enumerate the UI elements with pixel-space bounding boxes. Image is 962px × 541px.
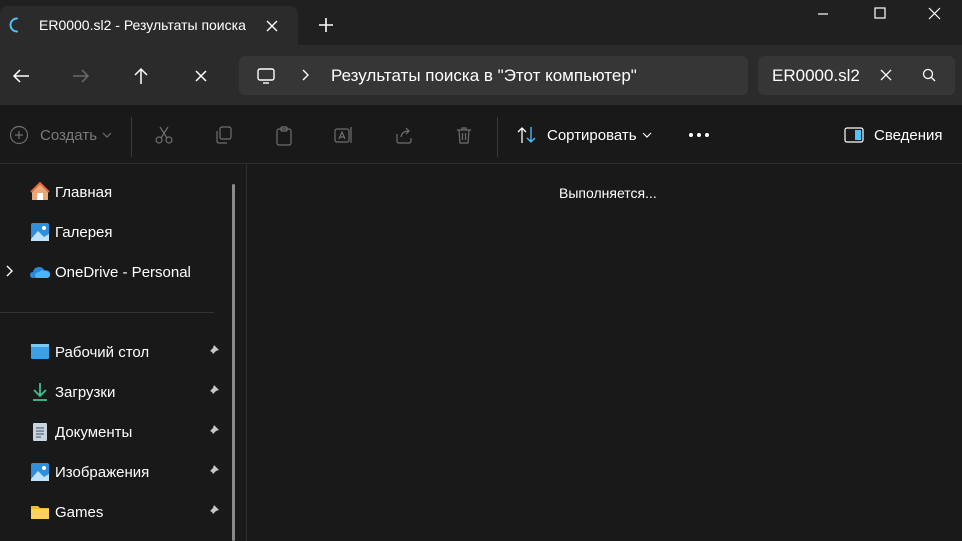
pictures-icon bbox=[31, 463, 49, 481]
desktop-icon bbox=[31, 344, 49, 359]
clear-search-icon[interactable] bbox=[878, 67, 894, 83]
content-area: Выполняется... bbox=[248, 164, 962, 541]
chevron-down-icon[interactable] bbox=[642, 131, 652, 139]
toolbar-divider bbox=[497, 117, 498, 157]
navigation-pane: Главная Галерея OneDrive - Personal Рабо… bbox=[0, 164, 247, 541]
sidebar-item-label: Загрузки bbox=[55, 384, 116, 401]
pin-icon[interactable] bbox=[206, 384, 220, 398]
maximize-icon bbox=[874, 7, 886, 19]
share-icon[interactable] bbox=[394, 125, 414, 145]
sidebar-scrollbar[interactable] bbox=[232, 184, 235, 541]
sidebar-item-label: Рабочий стол bbox=[55, 344, 150, 361]
pin-icon[interactable] bbox=[206, 424, 220, 438]
sort-button[interactable]: Сортировать bbox=[547, 127, 637, 144]
gallery-icon bbox=[31, 223, 49, 241]
maximize-button[interactable] bbox=[853, 0, 907, 28]
sidebar-item-label: Главная bbox=[55, 184, 113, 201]
loading-spinner-icon bbox=[9, 17, 18, 33]
address-bar[interactable]: Результаты поиска в "Этот компьютер" bbox=[239, 56, 748, 95]
cut-icon[interactable] bbox=[154, 125, 174, 145]
computer-icon bbox=[257, 68, 275, 84]
sort-icon[interactable] bbox=[516, 125, 538, 145]
home-icon bbox=[30, 182, 50, 200]
tab-active[interactable]: ER0000.sl2 - Результаты поиска в "Этот к… bbox=[0, 6, 298, 45]
breadcrumb[interactable]: Результаты поиска в "Этот компьютер" bbox=[331, 66, 637, 86]
paste-icon[interactable] bbox=[274, 125, 294, 147]
navigation-bar: Результаты поиска в "Этот компьютер" ER0… bbox=[0, 45, 962, 105]
details-button[interactable]: Сведения bbox=[874, 127, 943, 144]
sidebar-item-desktop[interactable]: Рабочий стол bbox=[0, 332, 230, 372]
close-icon bbox=[928, 7, 941, 20]
sidebar-item-label: Games bbox=[55, 504, 104, 521]
toolbar-divider bbox=[131, 117, 132, 157]
sidebar-divider bbox=[0, 312, 214, 313]
more-options-icon[interactable] bbox=[688, 131, 710, 139]
tab-close-icon[interactable] bbox=[262, 16, 282, 36]
new-tab-icon[interactable] bbox=[316, 15, 336, 35]
stop-icon[interactable] bbox=[190, 65, 212, 87]
search-status-text: Выполняется... bbox=[559, 185, 657, 201]
tab-title: ER0000.sl2 - Результаты поиска в "Этот к… bbox=[39, 17, 249, 33]
details-pane-icon[interactable] bbox=[844, 127, 864, 143]
minimize-button[interactable] bbox=[796, 0, 850, 28]
title-bar: ER0000.sl2 - Результаты поиска в "Этот к… bbox=[0, 0, 962, 45]
chevron-right-icon[interactable] bbox=[298, 68, 312, 82]
back-arrow-icon[interactable] bbox=[10, 65, 32, 87]
sidebar-item-pictures[interactable]: Изображения bbox=[0, 452, 230, 492]
onedrive-cloud-icon bbox=[30, 267, 50, 278]
close-window-button[interactable] bbox=[908, 0, 962, 28]
sidebar-item-documents[interactable]: Документы bbox=[0, 412, 230, 452]
sidebar-item-downloads[interactable]: Загрузки bbox=[0, 372, 230, 412]
pin-icon[interactable] bbox=[206, 344, 220, 358]
sidebar-item-onedrive[interactable]: OneDrive - Personal bbox=[0, 252, 230, 292]
sidebar-item-label: Галерея bbox=[55, 224, 113, 241]
search-input[interactable]: ER0000.sl2 bbox=[772, 66, 860, 86]
forward-arrow-icon[interactable] bbox=[70, 65, 92, 87]
documents-icon bbox=[33, 423, 47, 441]
sidebar-item-gallery[interactable]: Галерея bbox=[0, 212, 230, 252]
chevron-down-icon[interactable] bbox=[102, 131, 112, 139]
minimize-icon bbox=[818, 13, 828, 15]
sidebar-item-label: Документы bbox=[55, 424, 133, 441]
copy-icon[interactable] bbox=[214, 125, 234, 145]
command-bar: Создать Сортировать Сведения bbox=[0, 105, 962, 164]
sidebar-item-label: OneDrive - Personal bbox=[55, 264, 191, 281]
sidebar-item-label: Изображения bbox=[55, 464, 150, 481]
search-box[interactable]: ER0000.sl2 bbox=[758, 56, 955, 95]
rename-icon[interactable] bbox=[333, 125, 355, 145]
pin-icon[interactable] bbox=[206, 504, 220, 518]
search-icon[interactable] bbox=[921, 67, 937, 83]
chevron-right-icon[interactable] bbox=[4, 265, 14, 277]
delete-icon[interactable] bbox=[454, 125, 474, 145]
up-arrow-icon[interactable] bbox=[130, 65, 152, 87]
pin-icon[interactable] bbox=[206, 464, 220, 478]
create-button[interactable]: Создать bbox=[40, 127, 97, 144]
sidebar-item-home[interactable]: Главная bbox=[0, 172, 230, 212]
download-icon bbox=[33, 383, 47, 401]
folder-icon bbox=[31, 506, 49, 519]
sidebar-item-games[interactable]: Games bbox=[0, 492, 230, 532]
plus-circle-icon[interactable] bbox=[9, 125, 29, 145]
